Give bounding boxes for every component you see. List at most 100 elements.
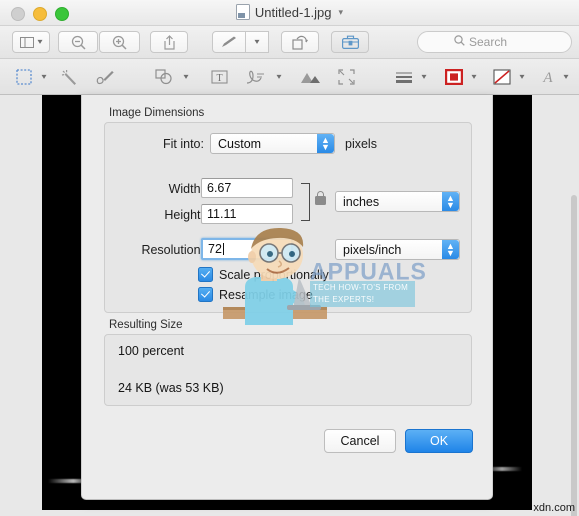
markup-pen-menu-button[interactable]: ▾ (246, 31, 269, 53)
chevron-down-icon: ▾ (183, 72, 189, 81)
fill-color-menu-button[interactable]: ▾ (515, 66, 529, 88)
zoom-in-icon (112, 35, 127, 50)
resulting-size-group-title: Resulting Size (109, 319, 183, 331)
document-title[interactable]: Untitled-1.jpg ▾ (0, 4, 579, 20)
shape-style-button[interactable] (392, 66, 416, 88)
signature-icon (246, 70, 264, 84)
search-icon (454, 33, 465, 51)
zoom-out-icon (71, 35, 86, 50)
width-input[interactable]: 6.67 (201, 178, 293, 198)
shapes-menu-button[interactable]: ▾ (179, 66, 193, 88)
height-value: 11.11 (207, 207, 237, 221)
border-color-button[interactable] (442, 66, 466, 88)
sidebar-icon (19, 36, 34, 48)
font-a-icon: A (542, 70, 553, 85)
border-color-menu-button[interactable]: ▾ (467, 66, 481, 88)
fit-into-label: Fit into: (163, 137, 204, 151)
width-value: 6.67 (207, 181, 232, 195)
corner-watermark: xdn.com (533, 502, 575, 514)
height-label: Height: (164, 208, 204, 222)
text-box-icon: T (210, 70, 228, 84)
adjust-size-icon (337, 69, 355, 85)
resolution-unit-value: pixels/inch (343, 242, 402, 257)
adjust-color-icon (301, 73, 320, 83)
chevron-down-icon: ▾ (519, 72, 525, 81)
stepper-icon[interactable]: ▲ ▼ (442, 192, 459, 211)
fit-into-select[interactable]: Custom ▲ ▼ (210, 133, 335, 154)
search-input[interactable]: Search (469, 35, 507, 49)
lock-icon[interactable] (315, 191, 326, 205)
link-bracket (301, 183, 310, 221)
selection-tool-button[interactable] (12, 66, 36, 88)
width-label: Width: (168, 182, 204, 196)
chevron-down-icon: ▾ (276, 72, 282, 81)
watermark-tagline-line2: THE EXPERTS! (313, 295, 375, 304)
zoom-in-button[interactable] (99, 31, 140, 53)
resample-image-checkbox[interactable] (198, 287, 213, 302)
chevron-down-icon: ▾ (563, 72, 569, 81)
signature-button[interactable] (243, 66, 271, 88)
chevron-down-icon: ▾ (471, 72, 477, 81)
preview-window: Untitled-1.jpg ▾ ▾ ▾ Search ▾ ▾ T ▾ ▾ ▾ … (0, 0, 579, 516)
text-tool-button[interactable]: T (207, 66, 231, 88)
text-style-button[interactable]: A (538, 66, 558, 88)
rotate-icon (292, 35, 308, 50)
toolbox-icon (341, 35, 359, 49)
chevron-down-icon: ▾ (421, 72, 427, 81)
fill-color-icon (493, 69, 511, 85)
shapes-icon (155, 69, 172, 85)
chevron-down-icon[interactable]: ▾ (37, 38, 42, 46)
ok-button[interactable]: OK (405, 429, 473, 453)
selection-rect-icon (16, 69, 32, 85)
search-field[interactable]: Search (417, 31, 572, 53)
watermark-tagline-line1: TECH HOW-TO'S FROM (313, 283, 409, 292)
resolution-label: Resolution: (141, 243, 204, 257)
cancel-button[interactable]: Cancel (324, 429, 396, 453)
sketch-icon (96, 70, 114, 84)
vertical-scrollbar[interactable] (571, 195, 577, 516)
share-icon (163, 34, 176, 50)
title-bar: Untitled-1.jpg ▾ (0, 0, 579, 26)
resulting-percent: 100 percent (118, 344, 185, 358)
svg-text:T: T (216, 73, 222, 84)
stepper-icon[interactable]: ▲ ▼ (442, 240, 459, 259)
scale-proportionally-checkbox[interactable] (198, 267, 213, 282)
magic-wand-icon (61, 69, 76, 85)
text-style-menu-button[interactable]: ▾ (559, 66, 573, 88)
share-button[interactable] (150, 31, 188, 53)
chevron-down-icon: ▾ (41, 72, 47, 81)
main-toolbar: ▾ ▾ Search (0, 26, 579, 59)
fit-into-unit-label: pixels (345, 137, 377, 151)
fit-into-value: Custom (218, 136, 262, 151)
pen-icon (221, 36, 238, 49)
document-title-text: Untitled-1.jpg (254, 4, 332, 20)
resulting-size: 24 KB (was 53 KB) (118, 381, 224, 395)
svg-text:A: A (542, 70, 553, 85)
fill-color-button[interactable] (490, 66, 514, 88)
markup-pen-button[interactable] (212, 31, 246, 53)
chevron-down-icon[interactable]: ▾ (339, 7, 344, 18)
signature-menu-button[interactable]: ▾ (272, 66, 286, 88)
height-input[interactable]: 11.11 (201, 204, 293, 224)
sidebar-view-button[interactable]: ▾ (12, 31, 50, 53)
line-style-icon (396, 72, 412, 83)
sketch-button[interactable] (93, 66, 117, 88)
adjust-size-button[interactable] (333, 66, 359, 88)
watermark-tagline: TECH HOW-TO'S FROM THE EXPERTS! (310, 281, 415, 307)
instant-alpha-button[interactable] (58, 66, 82, 88)
chevron-down-icon: ▾ (254, 37, 260, 46)
stepper-icon[interactable]: ▲ ▼ (317, 134, 334, 153)
dimension-unit-value: inches (343, 194, 380, 209)
dimension-unit-select[interactable]: inches ▲ ▼ (335, 191, 460, 212)
shape-style-menu-button[interactable]: ▾ (417, 66, 431, 88)
markup-toolbox-button[interactable] (331, 31, 369, 53)
border-color-icon (445, 69, 463, 85)
image-dimensions-group-title: Image Dimensions (109, 107, 205, 119)
document-icon (235, 4, 250, 20)
shapes-button[interactable] (152, 66, 178, 88)
rotate-button[interactable] (281, 31, 319, 53)
markup-toolbar: ▾ ▾ T ▾ ▾ ▾ ▾ A ▾ (0, 59, 579, 142)
zoom-out-button[interactable] (58, 31, 98, 53)
adjust-color-button[interactable] (297, 66, 323, 88)
selection-tool-menu-button[interactable]: ▾ (37, 66, 51, 88)
